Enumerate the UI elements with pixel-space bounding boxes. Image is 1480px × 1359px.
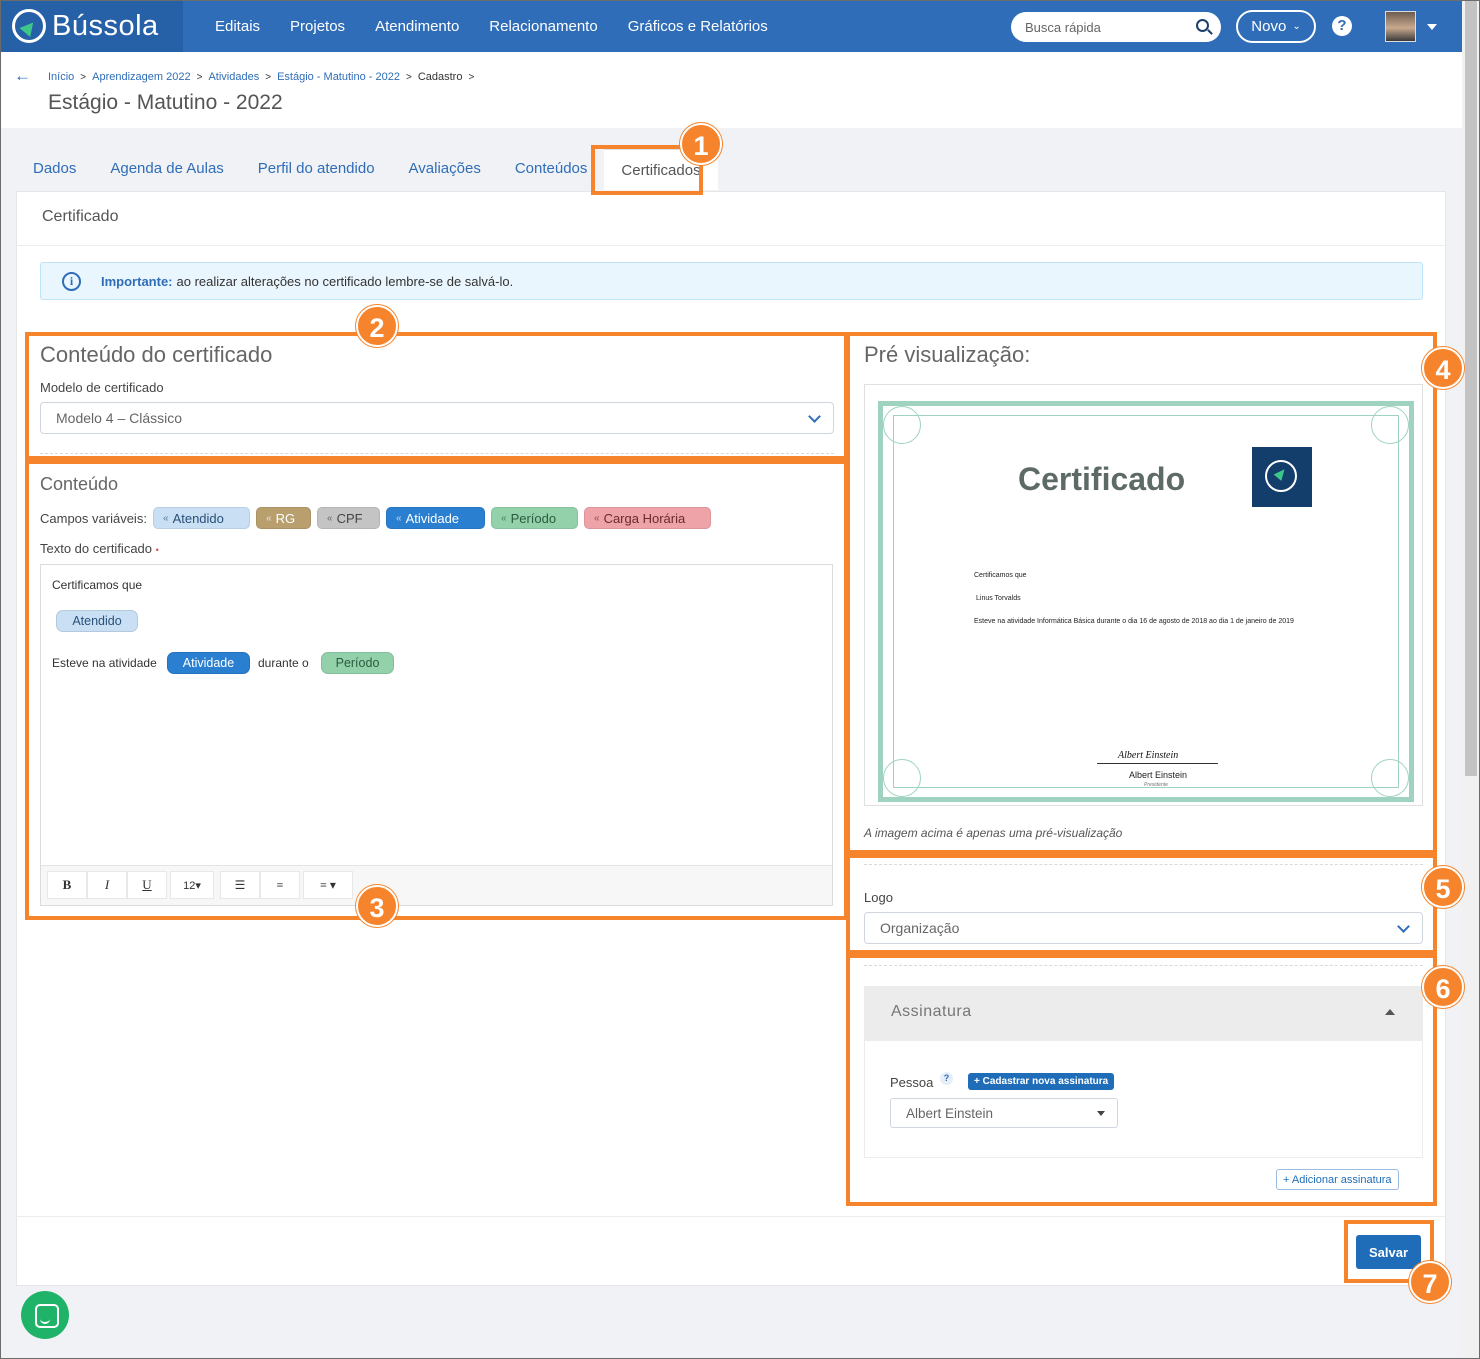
search-input[interactable] — [1011, 12, 1181, 42]
annotation-badge-2: 2 — [356, 305, 398, 347]
brand[interactable]: Bússola — [0, 0, 183, 52]
highlight-box-4 — [846, 332, 1437, 854]
nav-item-atendimento[interactable]: Atendimento — [360, 18, 474, 35]
breadcrumb-separator: > — [405, 71, 412, 83]
tab-agenda[interactable]: Agenda de Aulas — [93, 148, 240, 190]
info-icon: i — [62, 271, 81, 291]
compass-logo-icon — [12, 9, 46, 43]
main-menu: Editais Projetos Atendimento Relacioname… — [200, 0, 783, 52]
card-title: Certificado — [42, 208, 119, 225]
page-header — [0, 52, 1462, 128]
info-alert: i Importante: ao realizar alterações no … — [40, 262, 1423, 300]
annotation-badge-4: 4 — [1422, 347, 1464, 389]
annotation-badge-7: 7 — [1409, 1261, 1451, 1303]
breadcrumb-separator: > — [196, 71, 203, 83]
help-icon[interactable]: ? — [1332, 16, 1352, 36]
nav-item-projetos[interactable]: Projetos — [275, 18, 360, 35]
breadcrumb-separator: > — [265, 71, 272, 83]
nav-item-relacionamento[interactable]: Relacionamento — [474, 18, 612, 35]
nav-item-editais[interactable]: Editais — [200, 18, 275, 35]
breadcrumb-separator: > — [80, 71, 87, 83]
scrollbar[interactable] — [1462, 0, 1480, 1359]
highlight-box-3 — [25, 460, 848, 920]
tab-dados[interactable]: Dados — [16, 148, 93, 190]
novo-label: Novo — [1251, 18, 1287, 35]
page-title: Estágio - Matutino - 2022 — [48, 91, 283, 114]
scroll-thumb[interactable] — [1465, 0, 1477, 776]
divider — [16, 1216, 1446, 1217]
alert-text: ao realizar alterações no certificado le… — [176, 273, 514, 289]
tab-avaliacoes[interactable]: Avaliações — [392, 148, 498, 190]
divider — [16, 245, 1446, 246]
annotation-badge-3: 3 — [356, 885, 398, 927]
highlight-box-2 — [25, 332, 848, 460]
alert-strong: Importante: — [101, 273, 173, 289]
brand-name: Bússola — [52, 9, 159, 42]
nav-item-graficos[interactable]: Gráficos e Relatórios — [613, 18, 783, 35]
breadcrumb-separator: > — [468, 71, 475, 83]
top-navbar: Bússola Editais Projetos Atendimento Rel… — [0, 0, 1462, 52]
highlight-box-5 — [846, 854, 1437, 954]
search-icon[interactable] — [1196, 19, 1209, 32]
novo-button[interactable]: Novo ⌄ — [1236, 10, 1316, 43]
breadcrumb-item-cadastro: Cadastro — [417, 71, 463, 83]
chevron-down-icon: ⌄ — [1292, 21, 1301, 32]
tab-conteudos[interactable]: Conteúdos — [498, 148, 605, 190]
breadcrumb: Início > Aprendizagem 2022 > Atividades > E… — [48, 71, 480, 83]
breadcrumb-item-aprendizagem[interactable]: Aprendizagem 2022 — [92, 71, 190, 83]
back-arrow-icon[interactable]: ← — [14, 66, 31, 86]
breadcrumb-item-inicio[interactable]: Início — [48, 71, 74, 83]
annotation-badge-6: 6 — [1422, 966, 1464, 1008]
avatar[interactable] — [1385, 11, 1416, 42]
chat-icon[interactable] — [21, 1291, 69, 1339]
annotation-badge-1: 1 — [680, 123, 722, 165]
breadcrumb-item-estagio[interactable]: Estágio - Matutino - 2022 — [277, 71, 400, 83]
tab-perfil[interactable]: Perfil do atendido — [241, 148, 392, 190]
caret-down-icon[interactable] — [1427, 24, 1437, 30]
breadcrumb-item-atividades[interactable]: Atividades — [208, 71, 259, 83]
annotation-badge-5: 5 — [1422, 866, 1464, 908]
highlight-box-6 — [846, 954, 1437, 1206]
quick-search — [1011, 12, 1221, 42]
